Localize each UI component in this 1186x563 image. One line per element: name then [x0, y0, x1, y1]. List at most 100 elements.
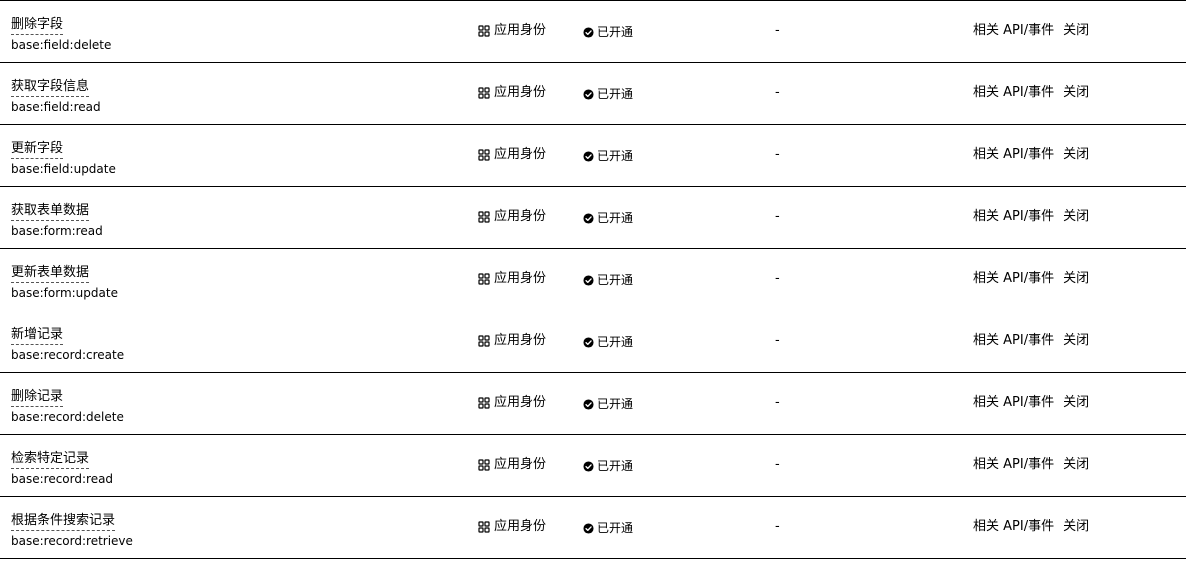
related-api-link[interactable]: 相关 API/事件 [973, 333, 1054, 349]
related-api-link[interactable]: 相关 API/事件 [973, 85, 1054, 101]
check-circle-icon [583, 150, 594, 162]
permission-row: 新增记录 base:record:create 应用身份 已开通 - 相关 AP… [0, 311, 1186, 373]
permission-name[interactable]: 根据条件搜索记录 [11, 513, 116, 531]
identity-cell: 应用身份 [478, 23, 546, 39]
app-grid-icon [478, 521, 490, 533]
related-api-link[interactable]: 相关 API/事件 [973, 147, 1054, 163]
related-api-link[interactable]: 相关 API/事件 [973, 457, 1054, 473]
actions-cell: 相关 API/事件 关闭 [973, 519, 1089, 535]
check-circle-icon [583, 522, 594, 534]
check-circle-icon [583, 460, 594, 472]
app-grid-icon [478, 273, 490, 285]
status-label: 已开通 [597, 211, 634, 225]
check-circle-icon [583, 26, 594, 38]
status-label: 已开通 [597, 459, 634, 473]
permission-code: base:record:delete [11, 410, 124, 424]
identity-label: 应用身份 [494, 519, 547, 534]
identity-label: 应用身份 [494, 23, 547, 38]
app-grid-icon [478, 397, 490, 409]
permission-row: 根据条件搜索记录 base:record:retrieve 应用身份 已开通 -… [0, 497, 1186, 559]
close-permission-button[interactable]: 关闭 [1063, 457, 1089, 473]
extra-value: - [775, 457, 780, 472]
status-cell: 已开通 [583, 520, 633, 536]
permission-name-cell: 检索特定记录 base:record:read [11, 447, 113, 487]
identity-label: 应用身份 [494, 209, 547, 224]
extra-value: - [775, 519, 780, 534]
permission-name-cell: 获取表单数据 base:form:read [11, 199, 103, 239]
close-permission-button[interactable]: 关闭 [1063, 147, 1089, 163]
permission-name[interactable]: 新增记录 [11, 327, 64, 345]
check-circle-icon [583, 336, 594, 348]
permission-name[interactable]: 检索特定记录 [11, 451, 90, 469]
status-label: 已开通 [597, 273, 634, 287]
actions-cell: 相关 API/事件 关闭 [973, 395, 1089, 411]
permission-name-cell: 新增记录 base:record:create [11, 323, 124, 363]
permission-code: base:field:update [11, 162, 116, 176]
permission-row: 获取字段信息 base:field:read 应用身份 已开通 - 相关 API… [0, 63, 1186, 125]
close-permission-button[interactable]: 关闭 [1063, 209, 1089, 225]
identity-label: 应用身份 [494, 457, 547, 472]
identity-cell: 应用身份 [478, 147, 546, 163]
extra-value: - [775, 333, 780, 348]
related-api-link[interactable]: 相关 API/事件 [973, 395, 1054, 411]
status-cell: 已开通 [583, 334, 633, 350]
permission-name-cell: 获取字段信息 base:field:read [11, 75, 101, 115]
identity-cell: 应用身份 [478, 519, 546, 535]
permission-row: 更新字段 base:field:update 应用身份 已开通 - 相关 API… [0, 125, 1186, 187]
identity-cell: 应用身份 [478, 333, 546, 349]
actions-cell: 相关 API/事件 关闭 [973, 271, 1089, 287]
permission-name[interactable]: 更新字段 [11, 141, 64, 159]
status-label: 已开通 [597, 25, 634, 39]
close-permission-button[interactable]: 关闭 [1063, 271, 1089, 287]
permission-code: base:form:read [11, 224, 103, 238]
related-api-link[interactable]: 相关 API/事件 [973, 519, 1054, 535]
status-cell: 已开通 [583, 458, 633, 474]
status-label: 已开通 [597, 149, 634, 163]
status-label: 已开通 [597, 521, 634, 535]
identity-cell: 应用身份 [478, 209, 546, 225]
status-cell: 已开通 [583, 148, 633, 164]
permission-table: 删除字段 base:field:delete 应用身份 已开通 - 相关 API… [0, 0, 1186, 563]
extra-value: - [775, 23, 780, 38]
close-permission-button[interactable]: 关闭 [1063, 85, 1089, 101]
extra-value: - [775, 209, 780, 224]
related-api-link[interactable]: 相关 API/事件 [973, 209, 1054, 225]
identity-label: 应用身份 [494, 333, 547, 348]
permission-name[interactable]: 删除字段 [11, 17, 64, 35]
status-cell: 已开通 [583, 396, 633, 412]
close-permission-button[interactable]: 关闭 [1063, 395, 1089, 411]
identity-cell: 应用身份 [478, 457, 546, 473]
permission-name[interactable]: 删除记录 [11, 389, 64, 407]
actions-cell: 相关 API/事件 关闭 [973, 333, 1089, 349]
permission-name-cell: 删除字段 base:field:delete [11, 13, 111, 53]
permission-name-cell: 更新表单数据 base:form:update [11, 261, 118, 301]
permission-row: 检索特定记录 base:record:read 应用身份 已开通 - 相关 AP… [0, 435, 1186, 497]
permission-code: base:field:read [11, 100, 101, 114]
permission-name[interactable]: 获取表单数据 [11, 203, 90, 221]
identity-label: 应用身份 [494, 85, 547, 100]
related-api-link[interactable]: 相关 API/事件 [973, 271, 1054, 287]
extra-value: - [775, 85, 780, 100]
permission-name[interactable]: 获取字段信息 [11, 79, 90, 97]
permission-row: 获取表单数据 base:form:read 应用身份 已开通 - 相关 API/… [0, 187, 1186, 249]
identity-cell: 应用身份 [478, 271, 546, 287]
status-label: 已开通 [597, 397, 634, 411]
permission-name[interactable]: 更新表单数据 [11, 265, 90, 283]
related-api-link[interactable]: 相关 API/事件 [973, 23, 1054, 39]
permission-row: 删除字段 base:field:delete 应用身份 已开通 - 相关 API… [0, 1, 1186, 63]
close-permission-button[interactable]: 关闭 [1063, 519, 1089, 535]
actions-cell: 相关 API/事件 关闭 [973, 457, 1089, 473]
close-permission-button[interactable]: 关闭 [1063, 333, 1089, 349]
permission-name-cell: 删除记录 base:record:delete [11, 385, 124, 425]
permission-name-cell: 根据条件搜索记录 base:record:retrieve [11, 509, 133, 549]
status-label: 已开通 [597, 335, 634, 349]
app-grid-icon [478, 335, 490, 347]
status-cell: 已开通 [583, 86, 633, 102]
extra-value: - [775, 271, 780, 286]
permission-code: base:record:read [11, 472, 114, 486]
permission-row: 更新表单数据 base:form:update 应用身份 已开通 - 相关 AP… [0, 249, 1186, 311]
check-circle-icon [583, 398, 594, 410]
close-permission-button[interactable]: 关闭 [1063, 23, 1089, 39]
app-grid-icon [478, 87, 490, 99]
app-grid-icon [478, 25, 490, 37]
